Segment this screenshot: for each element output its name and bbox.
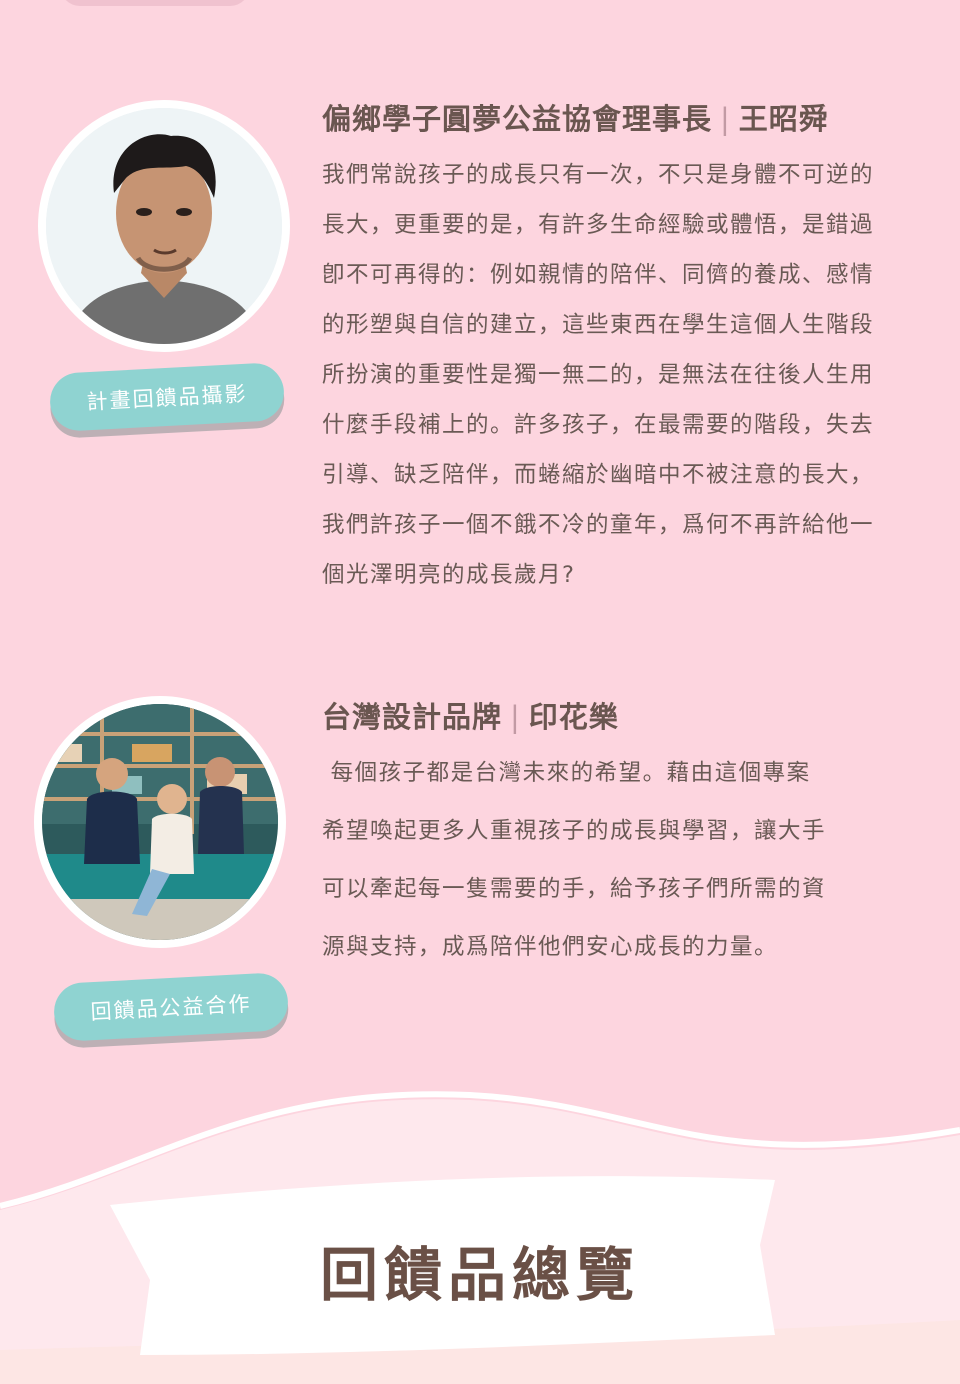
quote-line: 希望喚起更多人重視孩子的成長與學習，讓大手 — [322, 818, 827, 844]
quote-line: 可以牽起每一隻需要的手，給予孩子們所需的資 — [322, 876, 827, 902]
quote-line: 的形塑與自信的建立，這些東西在學生這個人生階段 — [322, 312, 875, 338]
quote-line: 每個孩子都是台灣未來的希望。藉由這個專案 — [322, 760, 811, 786]
quote-line: 什麼手段補上的。許多孩子，在最需要的階段，失去 — [322, 412, 875, 438]
tag-project-photography: 計畫回饋品攝影 — [48, 361, 286, 433]
title-separator: | — [510, 700, 521, 734]
title-org: 台灣設計品牌 — [322, 700, 503, 734]
quote-line: 長大，更重要的是，有許多生命經驗或體悟，是錯過 — [322, 212, 875, 238]
tag-label: 回饋品公益合作 — [90, 991, 253, 1025]
quote-line: 所扮演的重要性是獨一無二的，是無法在往後人生用 — [322, 362, 875, 388]
group-photo-yinhuale — [34, 696, 286, 948]
title-org: 偏鄉學子圓夢公益協會理事長 — [322, 102, 713, 136]
banner-title: 回饋品總覽 — [319, 1241, 640, 1309]
title-separator: | — [720, 102, 731, 136]
quote-line: 個光澤明亮的成長歲月? — [322, 562, 576, 588]
quote-line: 引導、缺乏陪伴，而蜷縮於幽暗中不被注意的長大， — [322, 462, 875, 488]
quote-line: 卽不可再得的：例如親情的陪伴、同儕的養成、感情 — [322, 262, 875, 288]
tag-charity-collaboration: 回饋品公益合作 — [52, 971, 290, 1043]
section-title: 台灣設計品牌 | 印花樂 — [322, 694, 619, 736]
title-name: 印花樂 — [528, 700, 619, 734]
quote-line: 我們常說孩子的成長只有一次，不只是身體不可逆的 — [322, 162, 875, 188]
quote-text: 每個孩子都是台灣未來的希望。藉由這個專案 希望喚起更多人重視孩子的成長與學習，讓… — [322, 744, 826, 976]
tag-label: 計畫回饋品攝影 — [86, 381, 249, 415]
quote-text: 我們常說孩子的成長只有一次，不只是身體不可逆的 長大，更重要的是，有許多生命經驗… — [322, 150, 874, 600]
top-tab-decoration — [60, 0, 250, 6]
quote-line: 源與支持，成爲陪伴他們安心成長的力量。 — [322, 934, 779, 960]
section-title: 偏鄉學子圓夢公益協會理事長 | 王昭舜 — [322, 96, 829, 138]
portrait-photo-wang — [38, 100, 290, 352]
title-name: 王昭舜 — [738, 102, 829, 136]
quote-line: 我們許孩子一個不餓不冷的童年，爲何不再許給他一 — [322, 512, 875, 538]
